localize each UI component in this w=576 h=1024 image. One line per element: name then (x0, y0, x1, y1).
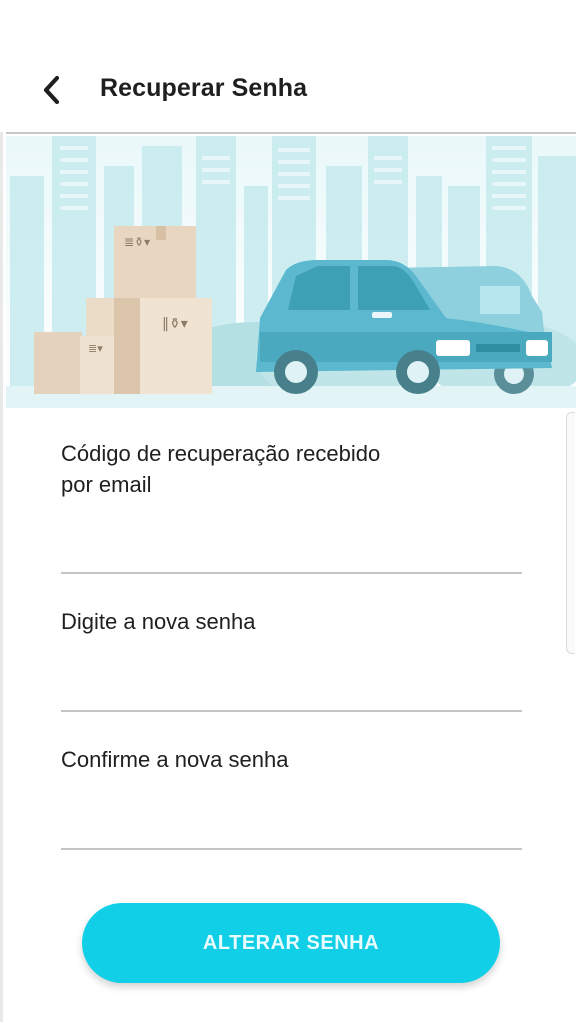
confirm-password-input[interactable] (61, 808, 522, 850)
recovery-code-input[interactable] (61, 532, 522, 574)
svg-text:≣⚱▾: ≣⚱▾ (124, 235, 150, 249)
banner-illustration: ≣⚱▾ ‖⚱▾ ≣▾ (6, 136, 576, 408)
chevron-left-icon (43, 75, 60, 105)
recover-password-screen: Recuperar Senha ≣⚱▾ ‖⚱▾ ≣▾ Código de rec… (0, 0, 576, 1024)
back-button[interactable] (30, 68, 74, 112)
scrollbar-thumb[interactable] (566, 412, 575, 654)
new-password-input[interactable] (61, 670, 522, 712)
confirm-password-field: Confirme a nova senha (61, 744, 522, 850)
window-edge (0, 62, 3, 1022)
recovery-code-label: Código de recuperação recebido por email (61, 441, 381, 497)
header-divider (6, 132, 576, 134)
change-password-button[interactable]: ALTERAR SENHA (82, 903, 500, 983)
svg-text:≣▾: ≣▾ (88, 342, 103, 355)
confirm-password-label: Confirme a nova senha (61, 747, 289, 772)
new-password-label: Digite a nova senha (61, 609, 256, 634)
delivery-illustration-icon: ≣⚱▾ ‖⚱▾ ≣▾ (6, 136, 576, 408)
app-header: Recuperar Senha (0, 52, 576, 132)
recovery-code-field: Código de recuperação recebido por email (61, 438, 522, 574)
svg-text:‖⚱▾: ‖⚱▾ (162, 316, 188, 332)
new-password-field: Digite a nova senha (61, 606, 522, 712)
page-title: Recuperar Senha (100, 74, 308, 102)
